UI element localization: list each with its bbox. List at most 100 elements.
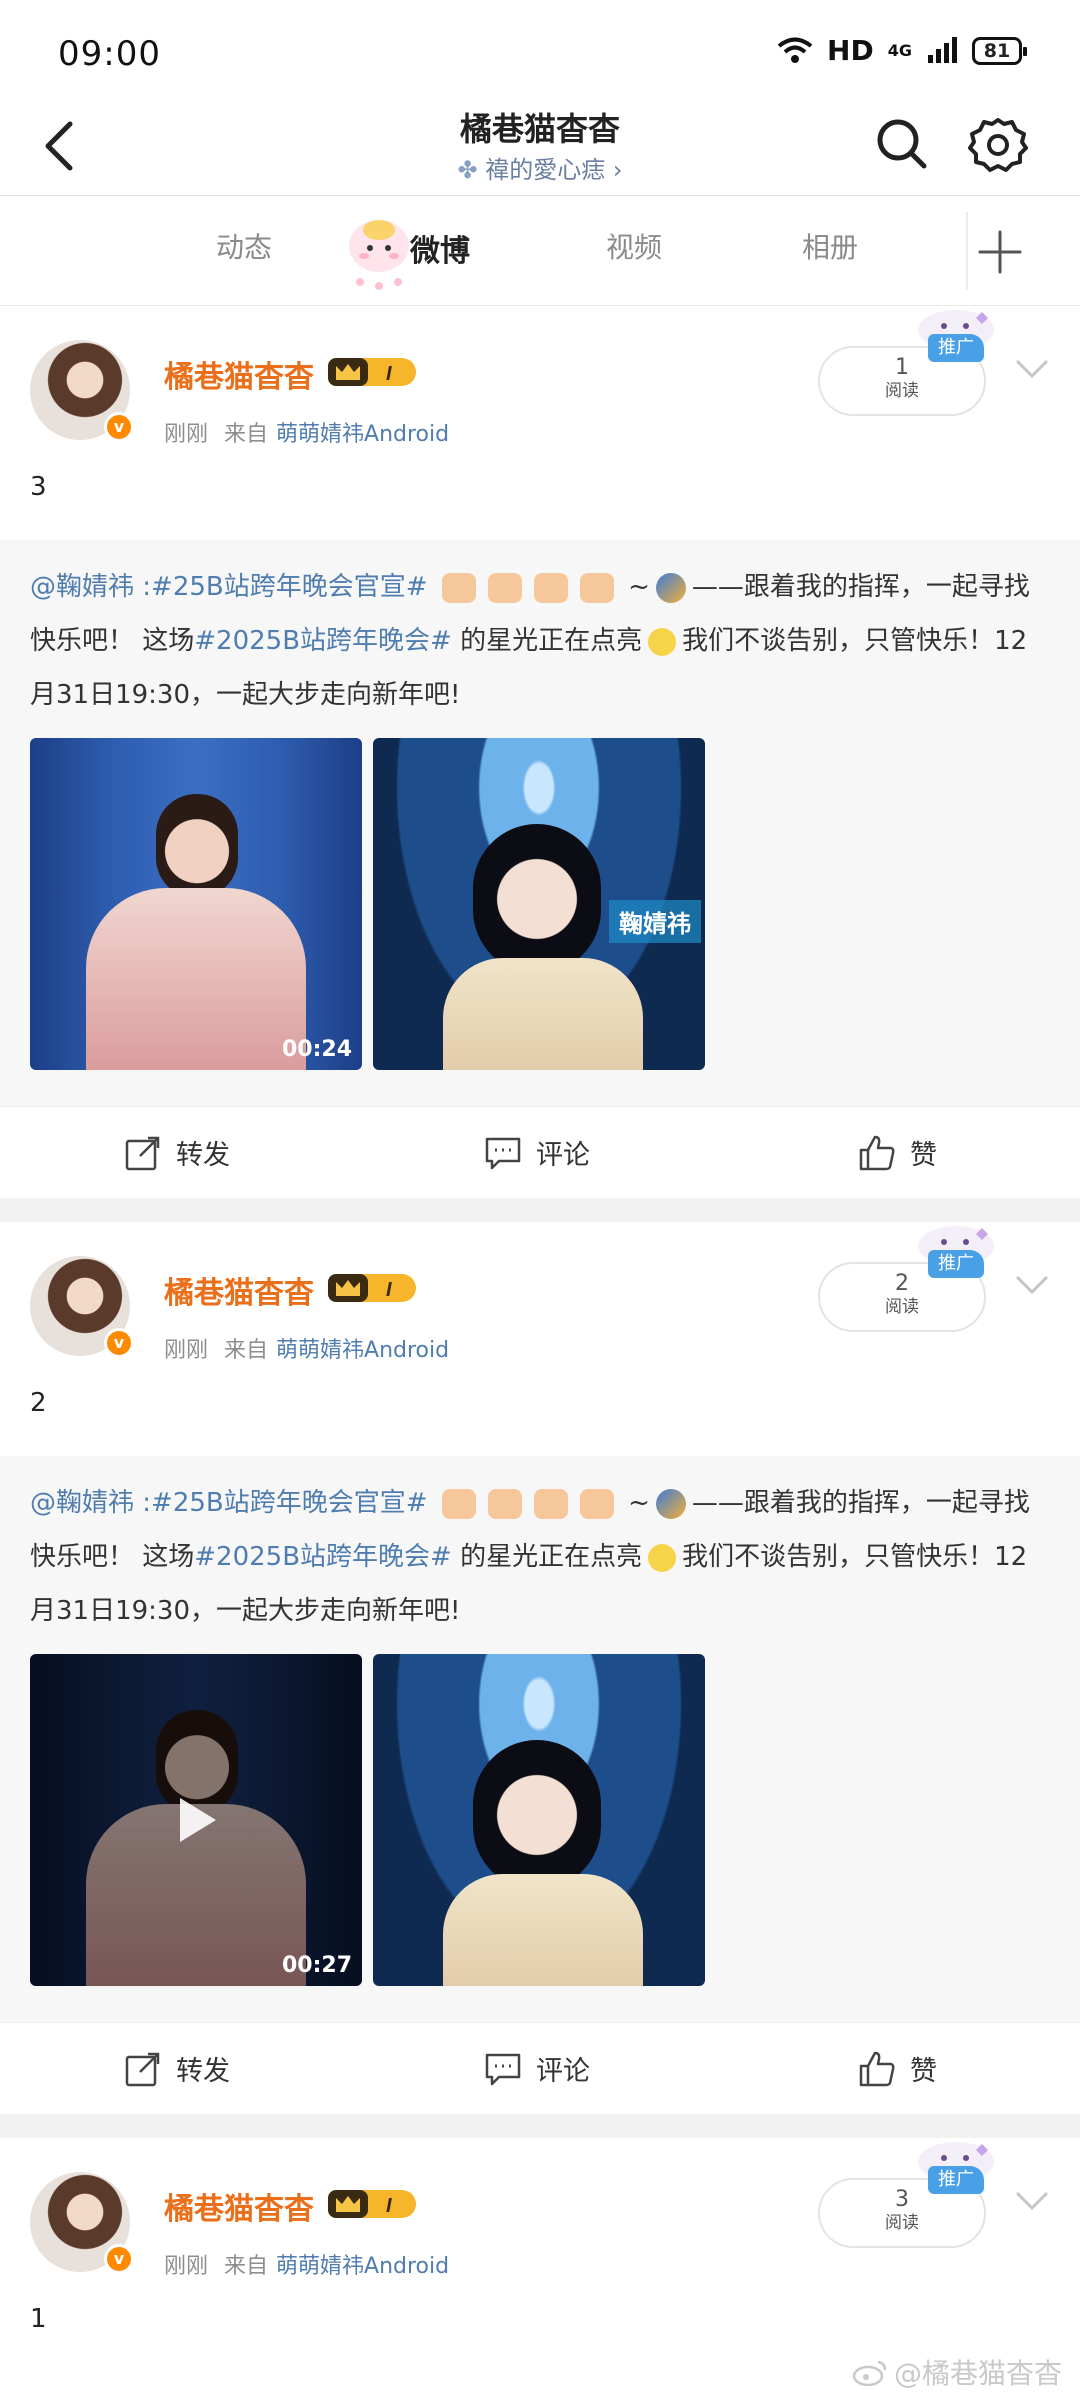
- sparkle-emoji-icon: [648, 1543, 677, 1572]
- status-bar: 09:00 HD 4G 81: [0, 0, 1080, 100]
- post-time: 刚刚: [164, 1338, 209, 1363]
- sparkle-emoji-icon: [648, 627, 677, 656]
- avatar[interactable]: v: [30, 340, 134, 442]
- image-thumbnail[interactable]: 鞠婧祎: [373, 738, 705, 1070]
- avatar[interactable]: v: [30, 1256, 134, 1358]
- play-icon[interactable]: [166, 1790, 226, 1850]
- read-label: 阅读: [885, 381, 919, 401]
- hand-emoji-icon: [533, 1488, 568, 1519]
- figure-shape: [443, 1874, 643, 1986]
- tab-album[interactable]: 相册: [802, 226, 858, 266]
- post-meta: 刚刚 来自 萌萌婧祎Android: [164, 2248, 449, 2280]
- post-meta: 刚刚 来自 萌萌婧祎Android: [164, 416, 449, 448]
- post-card[interactable]: v 橘巷猫杳杳 I 刚刚 来自 萌萌婧祎Android 2 阅读 推广 2: [0, 1222, 1080, 1456]
- from-label: 来自: [224, 1338, 269, 1363]
- verified-badge-icon: v: [104, 1328, 134, 1358]
- mention-link[interactable]: @鞠婧祎: [30, 1488, 134, 1518]
- tab-video[interactable]: 视频: [606, 226, 662, 266]
- promo-badge[interactable]: 推广: [928, 1250, 984, 1278]
- candy-emoji-icon: [655, 572, 686, 603]
- crown-badge-icon: I: [328, 2190, 416, 2218]
- chevron-down-icon[interactable]: [1010, 1262, 1054, 1306]
- repost-button[interactable]: 转发: [124, 1133, 230, 1172]
- video-thumbnail[interactable]: 00:27: [30, 1654, 362, 1986]
- chevron-down-icon[interactable]: [1010, 2178, 1054, 2222]
- like-label: 赞: [910, 2056, 937, 2087]
- like-label: 赞: [910, 1140, 937, 1171]
- repost-text-part: ~: [628, 572, 650, 602]
- comment-label: 评论: [536, 2056, 590, 2087]
- repost-button[interactable]: 转发: [124, 2049, 230, 2088]
- comment-button[interactable]: 评论: [484, 2049, 590, 2088]
- nav-subtitle-text: 禕的愛心痣 ›: [485, 156, 623, 184]
- repost-block[interactable]: @鞠婧祎 :#25B站跨年晚会官宣# ~ ——跟着我的指挥，一起寻找快乐吧！ 这场…: [0, 1456, 1080, 2022]
- crown-badge-icon: I: [328, 1274, 416, 1302]
- repost-icon: [125, 2052, 160, 2086]
- watermark: @橘巷猫杳杳: [852, 2352, 1062, 2392]
- svg-text:I: I: [386, 1279, 392, 1301]
- like-icon: [859, 1135, 895, 1170]
- signal-label: 4G: [887, 41, 912, 60]
- from-label: 来自: [224, 422, 269, 447]
- like-icon: [859, 2051, 895, 2086]
- image-thumbnail[interactable]: [373, 1654, 705, 1986]
- like-button[interactable]: 赞: [858, 2049, 937, 2088]
- hand-emoji-icon: [487, 1488, 522, 1519]
- read-label: 阅读: [885, 1297, 919, 1317]
- weibo-logo-icon: [852, 2360, 887, 2386]
- status-right: HD 4G 81: [777, 34, 1027, 67]
- hashtag-link[interactable]: :#25B站跨年晚会官宣#: [142, 572, 427, 602]
- mascot-icon: [349, 220, 409, 290]
- mention-link[interactable]: @鞠婧祎: [30, 572, 134, 602]
- post-text: 3: [30, 472, 47, 502]
- hand-emoji-icon: [579, 572, 614, 603]
- battery-indicator: 81: [972, 36, 1027, 65]
- comment-icon: [485, 2053, 521, 2085]
- post-meta: 刚刚 来自 萌萌婧祎Android: [164, 1332, 449, 1364]
- author-name[interactable]: 橘巷猫杳杳: [164, 1268, 314, 1312]
- comment-button[interactable]: 评论: [484, 1133, 590, 1172]
- nav-bar: 橘巷猫杳杳 ✤ 禕的愛心痣 ›: [0, 100, 1080, 196]
- chevron-down-icon[interactable]: [1010, 346, 1054, 390]
- repost-text: @鞠婧祎 :#25B站跨年晚会官宣# ~ ——跟着我的指挥，一起寻找快乐吧！ 这场…: [30, 1476, 1050, 1638]
- repost-block[interactable]: @鞠婧祎 :#25B站跨年晚会官宣# ~ ——跟着我的指挥，一起寻找快乐吧！ 这场…: [0, 540, 1080, 1106]
- repost-label: 转发: [176, 1140, 230, 1171]
- repost-text-part: 的星光正在点亮: [460, 626, 643, 656]
- author-name[interactable]: 橘巷猫杳杳: [164, 352, 314, 396]
- signal-icon: [928, 36, 957, 63]
- post-source[interactable]: 萌萌婧祎Android: [276, 2254, 449, 2279]
- svg-text:I: I: [386, 2195, 392, 2217]
- hand-emoji-icon: [441, 572, 476, 603]
- plus-icon[interactable]: [968, 220, 1032, 284]
- promo-badge[interactable]: 推广: [928, 2166, 984, 2194]
- post-actions: 转发 评论 赞: [0, 1106, 1080, 1198]
- repost-text-part: ~: [628, 1488, 650, 1518]
- post-card[interactable]: v 橘巷猫杳杳 I 刚刚 来自 萌萌婧祎Android 1 阅读 推广 3: [0, 306, 1080, 540]
- video-thumbnail[interactable]: 00:24: [30, 738, 362, 1070]
- search-icon[interactable]: [870, 112, 934, 176]
- hashtag-link[interactable]: #2025B站跨年晚会#: [194, 626, 452, 656]
- author-name[interactable]: 橘巷猫杳杳: [164, 2184, 314, 2228]
- wifi-icon: [777, 37, 813, 63]
- figure-shape: [86, 888, 306, 1070]
- post-source[interactable]: 萌萌婧祎Android: [276, 1338, 449, 1363]
- status-time: 09:00: [58, 34, 161, 74]
- post-time: 刚刚: [164, 422, 209, 447]
- tab-dynamic[interactable]: 动态: [216, 226, 272, 266]
- image-caption-tag: 鞠婧祎: [609, 900, 701, 943]
- hashtag-link[interactable]: #2025B站跨年晚会#: [194, 1542, 452, 1572]
- watermark-text: @橘巷猫杳杳: [893, 2357, 1062, 2390]
- tab-weibo[interactable]: 微博: [410, 226, 470, 270]
- avatar[interactable]: v: [30, 2172, 134, 2274]
- like-button[interactable]: 赞: [858, 1133, 937, 1172]
- hashtag-link[interactable]: :#25B站跨年晚会官宣#: [142, 1488, 427, 1518]
- tab-bar: 动态 微博 视频 相册: [0, 196, 1080, 306]
- comment-label: 评论: [536, 1140, 590, 1171]
- gear-icon[interactable]: [966, 112, 1030, 176]
- crown-badge-icon: I: [328, 358, 416, 386]
- promo-badge[interactable]: 推广: [928, 334, 984, 362]
- post-time: 刚刚: [164, 2254, 209, 2279]
- clover-icon: ✤: [457, 156, 478, 184]
- hand-emoji-icon: [487, 572, 522, 603]
- post-source[interactable]: 萌萌婧祎Android: [276, 422, 449, 447]
